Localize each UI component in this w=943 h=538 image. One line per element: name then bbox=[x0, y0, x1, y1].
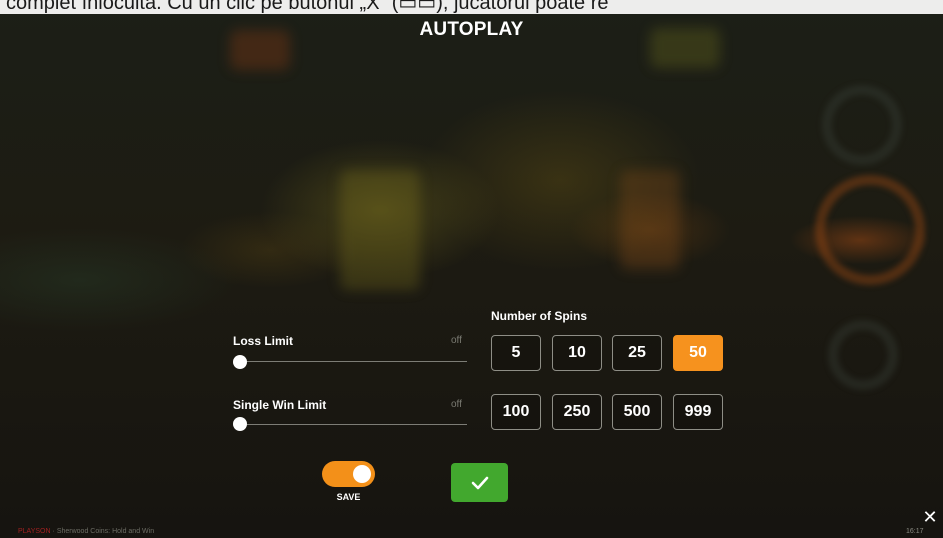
background-button-hint bbox=[828, 320, 898, 390]
background-reel-hint bbox=[340, 170, 420, 290]
loss-limit-label: Loss Limit bbox=[233, 334, 294, 348]
loss-limit-slider[interactable] bbox=[240, 361, 467, 362]
spins-option-100[interactable]: 100 bbox=[491, 394, 541, 430]
footer-separator: · bbox=[52, 528, 55, 535]
playson-logo: PLAYSON bbox=[18, 528, 51, 535]
single-win-limit-slider-handle[interactable] bbox=[233, 417, 247, 431]
autoplay-overlay: complet înlocuită. Cu un clic pe butonul… bbox=[0, 0, 943, 538]
background-button-hint bbox=[822, 85, 902, 165]
checkmark-icon bbox=[471, 476, 488, 489]
spins-option-5[interactable]: 5 bbox=[491, 335, 541, 371]
spins-option-999[interactable]: 999 bbox=[673, 394, 723, 430]
single-win-limit-state: off bbox=[451, 399, 462, 410]
background-reel-hint bbox=[620, 170, 680, 270]
spins-option-250[interactable]: 250 bbox=[552, 394, 602, 430]
save-toggle[interactable] bbox=[322, 461, 375, 487]
close-button[interactable]: ✕ bbox=[922, 508, 938, 526]
save-label: SAVE bbox=[336, 492, 361, 502]
single-win-limit-label: Single Win Limit bbox=[233, 398, 327, 412]
save-toggle-knob bbox=[353, 465, 371, 483]
background-button-hint bbox=[815, 175, 925, 285]
spins-option-10[interactable]: 10 bbox=[552, 335, 602, 371]
footer-game-info: PLAYSON · Sherwood Coins: Hold and Win bbox=[18, 528, 154, 535]
number-of-spins-label: Number of Spins bbox=[491, 309, 588, 323]
spins-option-500[interactable]: 500 bbox=[612, 394, 662, 430]
footer-clock: 16:17 bbox=[906, 528, 924, 535]
loss-limit-slider-handle[interactable] bbox=[233, 355, 247, 369]
confirm-button[interactable] bbox=[451, 463, 508, 502]
footer-game-title: Sherwood Coins: Hold and Win bbox=[56, 528, 155, 535]
spins-option-25[interactable]: 25 bbox=[612, 335, 662, 371]
loss-limit-state: off bbox=[451, 335, 462, 346]
spins-option-50-selected[interactable]: 50 bbox=[673, 335, 723, 371]
dialog-title: AUTOPLAY bbox=[419, 19, 524, 40]
page-banner-text: complet înlocuită. Cu un clic pe butonul… bbox=[0, 0, 943, 14]
single-win-limit-slider[interactable] bbox=[240, 424, 467, 425]
